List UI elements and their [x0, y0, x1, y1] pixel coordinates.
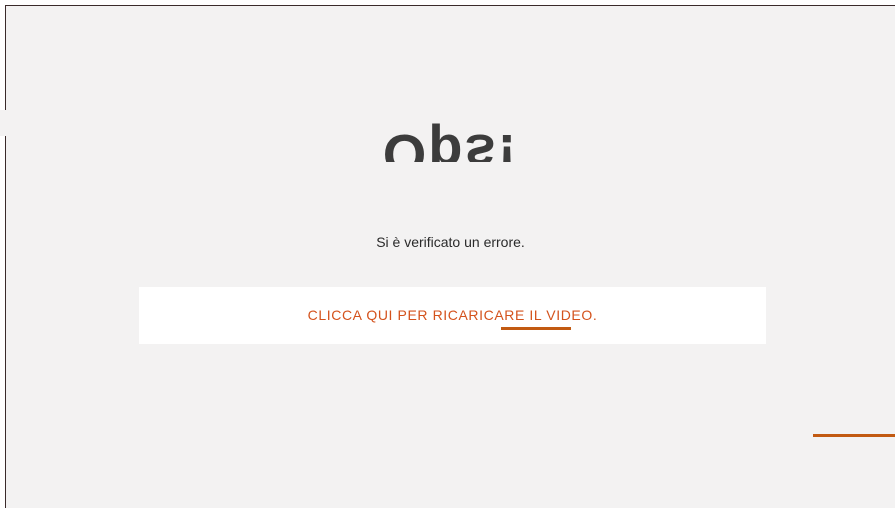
error-message: Si è verificato un errore. — [376, 234, 525, 250]
link-underline-accent — [501, 327, 571, 330]
reload-video-link[interactable]: CLICCA QUI PER RICARICARE IL VIDEO. — [139, 307, 766, 323]
accent-line — [813, 434, 895, 437]
overlay-strip — [0, 110, 380, 136]
video-error-container: Ops! Si è verificato un errore. CLICCA Q… — [0, 5, 895, 508]
reload-video-button[interactable]: CLICCA QUI PER RICARICARE IL VIDEO. — [139, 287, 766, 344]
